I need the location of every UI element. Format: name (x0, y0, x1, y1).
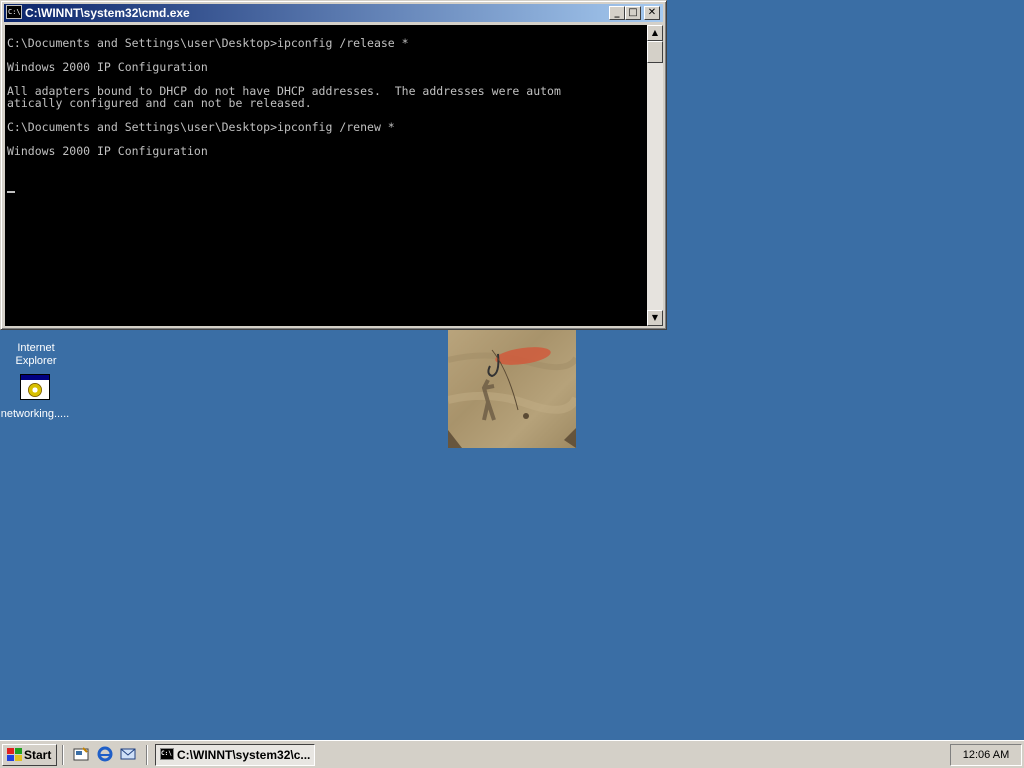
console-output[interactable]: C:\Documents and Settings\user\Desktop>i… (5, 25, 647, 326)
taskbar-separator (62, 745, 64, 765)
taskbar: Start C:\ C:\WINNT\system32\c... 12:06 A… (0, 740, 1024, 768)
console-line: Windows 2000 IP Configuration (7, 60, 208, 74)
taskbar-separator (146, 745, 148, 765)
window-titlebar[interactable]: C:\ C:\WINNT\system32\cmd.exe _ □ ✕ (4, 4, 663, 22)
windows-logo-icon (7, 748, 23, 762)
scroll-thumb[interactable] (647, 41, 663, 63)
outlook-express-icon[interactable] (119, 746, 137, 764)
console-line: Windows 2000 IP Configuration (7, 144, 208, 158)
desktop-icon-label: networking..... (0, 408, 70, 420)
window-title: C:\WINNT\system32\cmd.exe (25, 6, 190, 20)
desktop-icon-label: Internet Explorer (15, 342, 57, 367)
scroll-up-button[interactable]: ▲ (647, 25, 663, 41)
fishing-image (448, 330, 576, 448)
maximize-button[interactable]: □ (625, 6, 641, 20)
taskbar-button-cmd[interactable]: C:\ C:\WINNT\system32\c... (155, 744, 315, 766)
networking-app-icon (20, 374, 50, 400)
close-button[interactable]: ✕ (644, 6, 660, 20)
console-line: C:\Documents and Settings\user\Desktop>i… (7, 36, 409, 50)
taskbar-button-label: C:\WINNT\system32\c... (177, 748, 311, 762)
vertical-scrollbar[interactable]: ▲ ▼ (647, 25, 663, 326)
console-line: C:\Documents and Settings\user\Desktop>i… (7, 120, 395, 134)
text-cursor (7, 191, 15, 193)
system-tray-clock[interactable]: 12:06 AM (950, 744, 1022, 766)
cmd-app-icon: C:\ (160, 748, 174, 760)
desktop-icon-networking[interactable]: networking..... (0, 374, 73, 421)
minimize-button[interactable]: _ (609, 6, 625, 20)
show-desktop-icon[interactable] (72, 746, 90, 764)
clock: 12:06 AM (962, 749, 1010, 761)
start-label: Start (24, 748, 52, 762)
scroll-down-button[interactable]: ▼ (647, 310, 663, 326)
internet-explorer-icon[interactable] (96, 746, 114, 764)
console-line: atically configured and can not be relea… (7, 96, 312, 110)
cmd-window[interactable]: C:\ C:\WINNT\system32\cmd.exe _ □ ✕ C:\D… (0, 0, 667, 330)
start-button[interactable]: Start (2, 744, 57, 766)
cmd-app-icon[interactable]: C:\ (6, 5, 22, 19)
desktop: Internet Explorer networking..... C:\ C:… (0, 0, 1024, 740)
